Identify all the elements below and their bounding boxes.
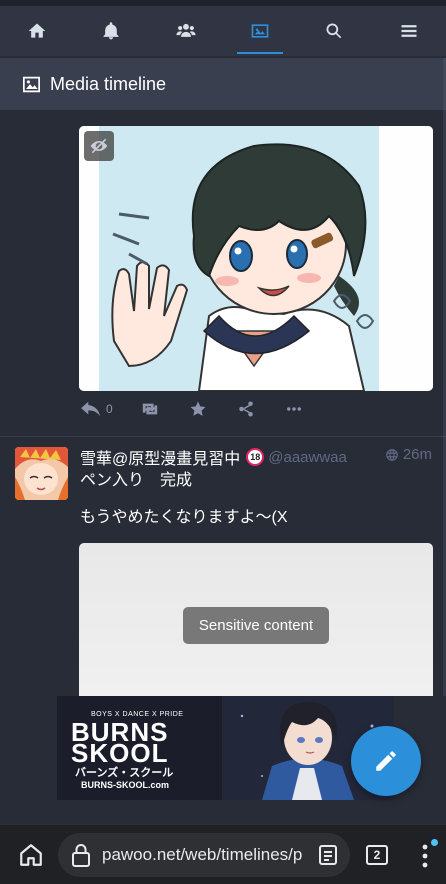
avatar[interactable]	[15, 447, 68, 500]
sensitive-content-button[interactable]: Sensitive content	[183, 607, 329, 644]
retweet-icon	[142, 403, 157, 415]
reply-count: 0	[106, 402, 113, 416]
column-header[interactable]: Media timeline	[0, 58, 446, 110]
post-line: ペン入り 完成	[80, 472, 193, 489]
image-icon	[23, 76, 40, 92]
update-badge	[431, 839, 438, 846]
ad-title-line2: SKOOL	[71, 738, 169, 768]
hide-media-button[interactable]	[84, 131, 114, 161]
tab-menu[interactable]	[372, 6, 446, 56]
post-divider	[0, 436, 446, 437]
home-icon[interactable]	[18, 842, 44, 868]
post-line: もうやめたくなりますよ〜(X	[80, 509, 288, 526]
hamburger-icon	[401, 25, 417, 37]
bell-icon	[103, 22, 119, 40]
post-timestamp[interactable]: 26m	[385, 446, 432, 463]
boost-button[interactable]	[139, 400, 161, 418]
screen: { "tabs": [ {"name": "home", "icon": "ho…	[0, 0, 446, 884]
more-vert-icon[interactable]	[422, 843, 428, 869]
tab-notifications[interactable]	[74, 6, 148, 56]
reply-icon	[81, 401, 100, 417]
sensitive-media[interactable]: Sensitive content	[79, 543, 433, 696]
tab-local[interactable]	[149, 6, 223, 56]
avatar-image	[15, 447, 68, 500]
display-name: 雪華@原型漫畫見習中	[80, 451, 241, 468]
tab-media[interactable]	[223, 6, 297, 56]
account-handle: @aaawwaa	[268, 448, 347, 466]
favourite-button[interactable]	[187, 400, 209, 418]
address-bar[interactable]: pawoo.net/web/timelines/p	[58, 833, 350, 877]
tab-bar	[0, 6, 446, 56]
image-icon	[251, 24, 269, 38]
timeline-feed[interactable]: ⋯	[0, 110, 446, 696]
ad-kana: バーンズ・スクール	[75, 767, 174, 779]
star-icon	[190, 401, 206, 416]
share-icon	[238, 401, 253, 417]
home-icon	[28, 23, 46, 38]
post-content: ペン入り 完成 もうやめたくなりますよ〜(X	[80, 470, 430, 544]
users-icon	[176, 23, 196, 37]
post-header[interactable]: 雪華@原型漫畫見習中 18 @aaawwaa	[80, 446, 436, 468]
globe-icon	[385, 448, 398, 461]
browser-toolbar: pawoo.net/web/timelines/p 2	[0, 824, 446, 884]
reader-mode-icon[interactable]	[318, 844, 338, 866]
share-button[interactable]	[235, 400, 257, 418]
compose-button[interactable]	[351, 726, 421, 796]
ad-banner[interactable]: BOYS X DANCE X PRIDE BURNS SKOOL バーンズ・スク…	[57, 696, 394, 800]
url-text: pawoo.net/web/timelines/p	[102, 845, 303, 864]
ad-title: BURNS SKOOL	[71, 719, 169, 768]
ellipsis-icon	[286, 407, 301, 411]
tab-switcher-button[interactable]: 2	[366, 845, 388, 865]
relative-time: 26m	[402, 446, 432, 463]
ad-url: BURNS-SKOOL.com	[81, 780, 170, 790]
eye-slash-icon	[90, 138, 108, 154]
truncated-link: ⋯	[80, 110, 94, 115]
post-action-bar: 0	[80, 400, 331, 418]
search-icon	[326, 23, 342, 39]
post-image-thumbnail[interactable]	[79, 126, 433, 391]
r18-badge: 18	[246, 448, 265, 466]
lock-icon	[72, 844, 90, 867]
illustration-girl-waving	[79, 126, 433, 391]
tab-search[interactable]	[297, 6, 371, 56]
more-button[interactable]	[283, 400, 305, 418]
reply-button[interactable]: 0	[80, 400, 113, 418]
tab-home[interactable]	[0, 6, 74, 56]
pencil-icon	[376, 751, 396, 771]
column-title: Media timeline	[50, 73, 167, 94]
